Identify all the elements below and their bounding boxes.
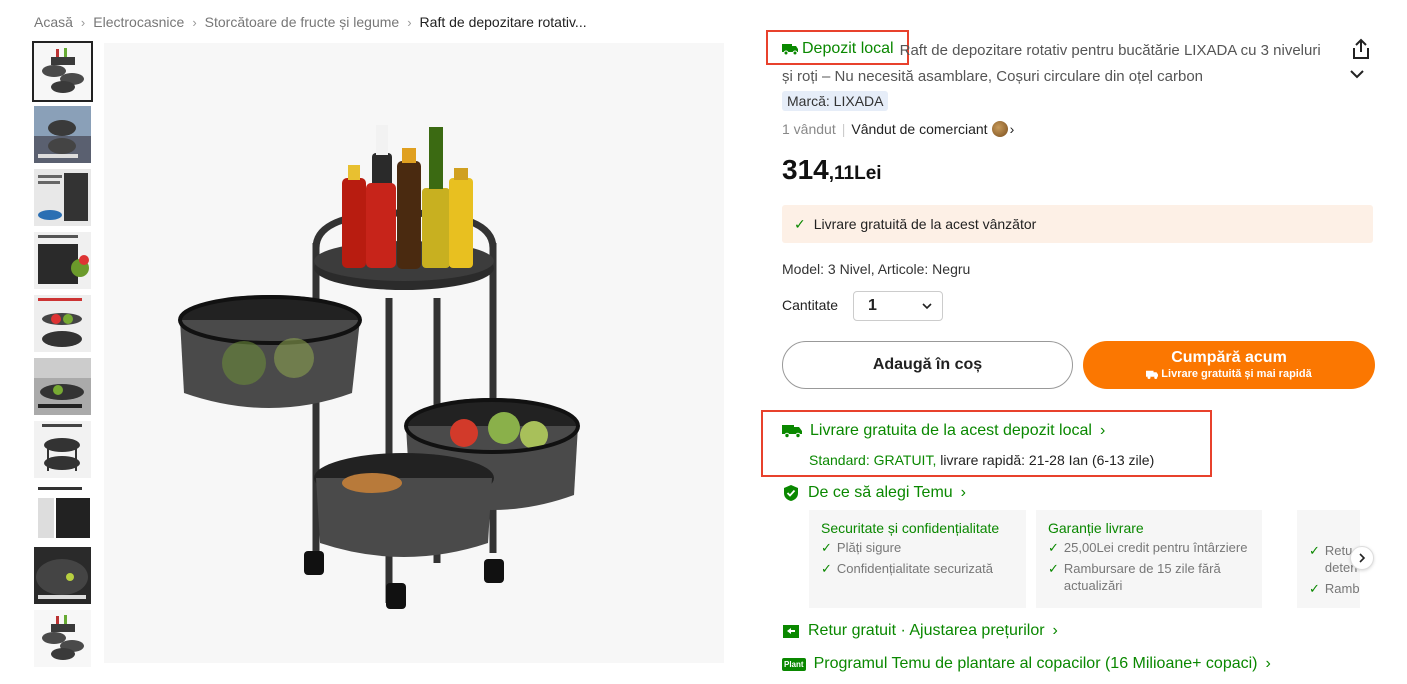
- free-shipping-text: Livrare gratuită de la acest vânzător: [813, 216, 1037, 232]
- card-line: ✓ Confidențialitate securizată: [821, 561, 993, 576]
- thumbnail-8[interactable]: [34, 484, 91, 541]
- truck-icon: [782, 44, 798, 55]
- thumbnail-6[interactable]: [34, 358, 91, 415]
- divider: |: [841, 121, 846, 137]
- chevron-right-icon: ›: [407, 14, 412, 30]
- thumbnail-list: [32, 41, 93, 673]
- breadcrumb: Acasă › Electrocasnice › Storcătoare de …: [34, 12, 587, 32]
- shield-icon: [784, 485, 798, 501]
- why-temu-link[interactable]: De ce să alegi Temu ›: [782, 484, 966, 502]
- card-title: Garanție livrare: [1048, 520, 1144, 536]
- return-icon: [783, 625, 799, 638]
- benefit-card-delivery[interactable]: Garanție livrare ✓ 25,00Lei credit pentru…: [1036, 510, 1262, 608]
- check-icon: ✓: [1048, 540, 1059, 555]
- check-icon: ✓: [821, 561, 832, 576]
- main-product-image[interactable]: [104, 43, 724, 663]
- card-line: ✓ Ramb: [1309, 581, 1360, 596]
- benefit-cards: Securitate și confidențialitate ✓ Plăți s…: [809, 510, 1360, 608]
- local-warehouse-tag: Depozit local: [782, 36, 898, 62]
- quantity-select[interactable]: 1: [853, 291, 943, 321]
- local-shipping-link[interactable]: Livrare gratuita de la acest depozit loc…: [782, 422, 1105, 440]
- model-selection: Model: 3 Nivel, Articole: Negru: [782, 261, 971, 277]
- why-temu-title: De ce să alegi Temu: [808, 484, 953, 501]
- card-line: ✓ Plăți sigure: [821, 540, 902, 555]
- thumbnail-9[interactable]: [34, 547, 91, 604]
- chevron-right-icon: ›: [1052, 622, 1058, 639]
- truck-icon: [782, 425, 802, 438]
- cards-next-button[interactable]: [1350, 546, 1374, 570]
- chevron-right-icon: ›: [1265, 655, 1271, 672]
- sold-seller-row: 1 vândut | Vândut de comerciant ›: [782, 121, 1014, 137]
- truck-icon: [1146, 370, 1159, 379]
- free-shipping-banner: ✓ Livrare gratuită de la acest vânzător: [782, 205, 1373, 243]
- chevron-down-icon: [922, 303, 932, 310]
- shipping-detail: Standard: GRATUIT, livrare rapidă: 21-28…: [809, 452, 1154, 468]
- check-icon: ✓: [1309, 581, 1320, 596]
- chevron-down-icon[interactable]: [1349, 66, 1365, 82]
- chevron-right-icon: ›: [192, 14, 197, 30]
- breadcrumb-subcategory[interactable]: Storcătoare de fructe și legume: [205, 14, 400, 30]
- thumbnail-3[interactable]: [34, 169, 91, 226]
- check-icon: ✓: [1048, 561, 1059, 576]
- card-title: Securitate și confidențialitate: [821, 520, 1000, 536]
- price-currency: Lei: [854, 163, 882, 184]
- chevron-right-icon: ›: [1099, 422, 1106, 439]
- check-icon: ✓: [821, 540, 832, 555]
- breadcrumb-home[interactable]: Acasă: [34, 14, 73, 30]
- seller-avatar-icon[interactable]: [991, 121, 1008, 137]
- chevron-right-icon: ›: [960, 484, 966, 501]
- thumbnail-5[interactable]: [34, 295, 91, 352]
- shipping-fast: livrare rapidă: 21-28 Ian (6-13 zile): [936, 452, 1155, 468]
- thumbnail-1[interactable]: [32, 41, 93, 102]
- benefit-card-security[interactable]: Securitate și confidențialitate ✓ Plăți s…: [809, 510, 1026, 608]
- price: 314,11Lei: [782, 154, 882, 186]
- check-icon: ✓: [794, 215, 806, 232]
- check-icon: ✓: [1309, 543, 1320, 558]
- free-return-text: Retur gratuit · Ajustarea prețurilor: [808, 622, 1045, 639]
- buy-now-label: Cumpără acum: [1171, 349, 1287, 366]
- seller-link[interactable]: Vândut de comerciant: [851, 121, 987, 137]
- card-line: ✓ Rambursare de 15 zile fără actualizări: [1048, 561, 1221, 593]
- share-icon[interactable]: [1350, 38, 1372, 60]
- local-tag-label: Depozit local: [802, 40, 894, 57]
- brand-badge[interactable]: Marcă: LIXADA: [782, 91, 889, 111]
- card-line: ✓ 25,00Lei credit pentru întârziere: [1048, 540, 1248, 555]
- local-shipping-title: Livrare gratuita de la acest depozit loc…: [810, 422, 1092, 439]
- breadcrumb-current: Raft de depozitare rotativ...: [419, 14, 587, 30]
- buy-now-sublabel: Livrare gratuită și mai rapidă: [1146, 367, 1312, 381]
- free-return-link[interactable]: Retur gratuit · Ajustarea prețurilor ›: [782, 622, 1058, 640]
- plant-icon: Plant: [782, 657, 806, 671]
- tree-planting-link[interactable]: Plant Programul Temu de plantare al copa…: [782, 655, 1271, 673]
- breadcrumb-category[interactable]: Electrocasnice: [93, 14, 184, 30]
- tree-planting-text: Programul Temu de plantare al copacilor …: [813, 655, 1258, 672]
- chevron-right-icon: ›: [80, 14, 86, 30]
- add-to-cart-button[interactable]: Adaugă în coș: [782, 341, 1073, 389]
- sold-count: 1 vândut: [782, 121, 836, 137]
- chevron-right-icon[interactable]: ›: [1010, 121, 1015, 137]
- price-integer: 314: [782, 154, 829, 185]
- shipping-standard: Standard: GRATUIT,: [809, 452, 937, 468]
- thumbnail-10[interactable]: [34, 610, 91, 667]
- chevron-right-icon: [1359, 553, 1366, 563]
- price-decimal: ,11: [828, 163, 855, 184]
- thumbnail-2[interactable]: [34, 106, 91, 163]
- product-title-row: Depozit local Raft de depozitare rotativ…: [782, 36, 1322, 90]
- quantity-value: 1: [868, 297, 877, 314]
- quantity-label: Cantitate: [782, 297, 839, 313]
- buy-now-sub-text: Livrare gratuită și mai rapidă: [1161, 368, 1312, 380]
- product-info: Depozit local Raft de depozitare rotativ…: [782, 36, 1382, 90]
- buy-now-button[interactable]: Cumpără acum Livrare gratuită și mai rap…: [1083, 341, 1375, 389]
- thumbnail-7[interactable]: [34, 421, 91, 478]
- thumbnail-4[interactable]: [34, 232, 91, 289]
